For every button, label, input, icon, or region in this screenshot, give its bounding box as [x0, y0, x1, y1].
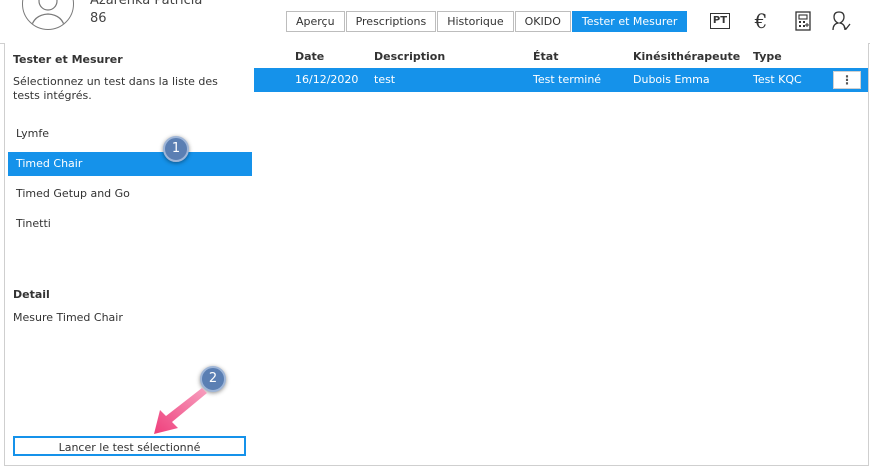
- sidebar: Tester et Mesurer Sélectionnez un test d…: [4, 43, 255, 466]
- app-header: Azarenka Patricia 86 Aperçu Prescription…: [0, 0, 870, 44]
- tab-prescriptions[interactable]: Prescriptions: [345, 11, 437, 32]
- euro-icon[interactable]: €: [750, 10, 772, 32]
- cell-state: Test terminé: [533, 73, 602, 86]
- tab-okido[interactable]: OKIDO: [514, 11, 571, 32]
- person-check-icon[interactable]: [830, 10, 852, 32]
- cell-description: test: [374, 73, 396, 86]
- pink-arrow-icon: [154, 388, 207, 434]
- pt-badge-icon[interactable]: PT: [709, 10, 731, 32]
- row-menu-button[interactable]: ⋮: [833, 71, 861, 89]
- cell-date: 16/12/2020: [295, 73, 359, 86]
- tab-historique[interactable]: Historique: [437, 11, 514, 32]
- test-item-tinetti[interactable]: Tinetti: [8, 212, 252, 236]
- calculator-icon[interactable]: [792, 10, 814, 32]
- tab-tester-et-mesurer[interactable]: Tester et Mesurer: [571, 11, 688, 32]
- test-results-table: Date Description État Kinésithérapeute T…: [254, 43, 869, 466]
- table-row[interactable]: 16/12/2020 test Test terminé Dubois Emma…: [254, 68, 868, 92]
- patient-name: Azarenka Patricia: [90, 0, 203, 8]
- launch-test-button[interactable]: Lancer le test sélectionné: [13, 436, 246, 456]
- callout-badge-1: 1: [163, 136, 189, 162]
- test-item-timed-chair[interactable]: Timed Chair: [8, 152, 252, 176]
- column-header-type[interactable]: Type: [753, 50, 782, 63]
- column-header-state[interactable]: État: [533, 50, 558, 63]
- patient-avatar[interactable]: [22, 0, 74, 30]
- user-silhouette-icon: [30, 0, 66, 29]
- cell-therapist: Dubois Emma: [633, 73, 710, 86]
- euro-symbol: €: [754, 9, 768, 33]
- pt-badge-label: PT: [709, 13, 731, 29]
- detail-title: Detail: [13, 288, 50, 301]
- vertical-dots-icon: ⋮: [841, 73, 853, 87]
- column-header-date[interactable]: Date: [295, 50, 324, 63]
- test-item-timed-getup-and-go[interactable]: Timed Getup and Go: [8, 182, 252, 206]
- column-header-description[interactable]: Description: [374, 50, 445, 63]
- cell-type: Test KQC: [753, 73, 802, 86]
- patient-number: 86: [90, 11, 107, 26]
- column-header-therapist[interactable]: Kinésithérapeute: [633, 50, 740, 63]
- tab-apercu[interactable]: Aperçu: [286, 11, 345, 32]
- test-item-lymfe[interactable]: Lymfe: [8, 122, 252, 146]
- sidebar-description: Sélectionnez un test dans la liste des t…: [13, 75, 218, 102]
- detail-value: Mesure Timed Chair: [13, 311, 123, 324]
- tab-bar: Aperçu Prescriptions Historique OKIDO Te…: [286, 11, 688, 32]
- sidebar-title: Tester et Mesurer: [13, 53, 123, 66]
